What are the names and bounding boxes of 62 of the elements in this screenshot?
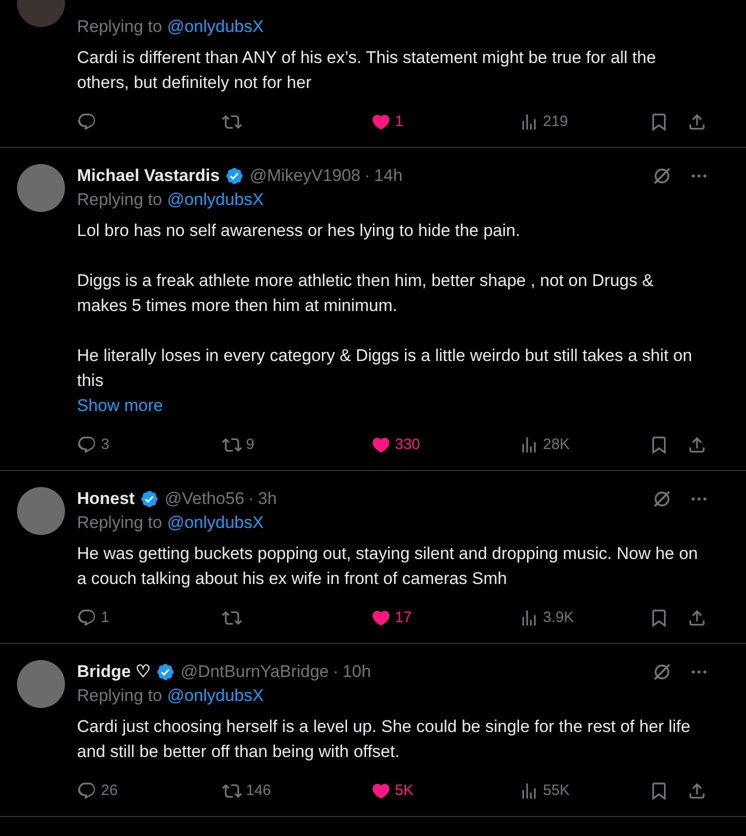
separator-dot: · (332, 661, 339, 684)
author-handle[interactable]: @MikeyV1908 (250, 163, 360, 189)
share-icon[interactable] (687, 435, 707, 455)
action-count: 1 (101, 608, 110, 628)
action-count: 26 (101, 780, 118, 801)
post-time[interactable]: 3h (258, 486, 277, 512)
post-text: Cardi just choosing herself is a level up. She could be single for the rest of her life and still be better off than being with offset. (77, 716, 692, 763)
action-count: 219 (543, 112, 568, 132)
action-count: 28K (543, 434, 570, 455)
avatar-placeholder[interactable] (17, 487, 65, 535)
action-count: 3.9K (543, 608, 574, 628)
replying-label: Replying to (77, 512, 162, 534)
post-time[interactable]: 10h (342, 659, 371, 685)
action-count: 55K (543, 780, 570, 801)
reply-icon[interactable] (77, 781, 97, 801)
repost-icon[interactable] (222, 112, 242, 132)
post-text: Diggs is a freak athlete more athletic then him, better shape , not on Drugs & makes 5 times more then him at minimum. (77, 270, 654, 317)
author-name[interactable]: Michael Vastardis (77, 163, 220, 189)
post-text: He was getting buckets popping out, staying silent and dropping music. Now he on a couch talking about his ex wife in front of cameras Smh (77, 543, 699, 590)
share-icon[interactable] (687, 781, 707, 801)
slashed-circle-icon[interactable] (651, 488, 673, 510)
post-text: He literally loses in every category & Diggs is a little weirdo but still takes a shit on this (77, 345, 694, 392)
mention-link[interactable]: @onlydubsX (167, 511, 264, 535)
slashed-circle-icon[interactable] (651, 165, 673, 187)
heart-icon[interactable] (371, 608, 391, 628)
separator-dot: · (248, 488, 254, 510)
heart-icon[interactable] (371, 435, 391, 455)
mention-link[interactable]: @onlydubsX (167, 188, 264, 212)
author-handle[interactable]: @DntBurnYaBridge (180, 659, 329, 685)
replying-label: Replying to (77, 189, 162, 211)
avatar-placeholder[interactable] (17, 660, 65, 708)
mention-link[interactable]: @onlydubsX (167, 15, 264, 39)
replying-label: Replying to (77, 16, 162, 38)
share-icon[interactable] (687, 112, 707, 132)
share-icon[interactable] (687, 608, 707, 628)
repost-icon[interactable] (222, 608, 242, 628)
author-name[interactable]: Honest (77, 486, 135, 512)
repost-icon[interactable] (222, 781, 242, 801)
reply-icon[interactable] (77, 435, 97, 455)
separator-dot: · (364, 165, 370, 188)
action-count: 17 (395, 608, 412, 628)
action-count: 1 (395, 112, 404, 132)
post-text: Lol bro has no self awareness or hes lying to hide the pain. (77, 220, 522, 242)
action-count: 330 (395, 434, 420, 455)
action-count: 146 (246, 780, 272, 801)
action-count: 5K (395, 780, 414, 801)
heart-icon[interactable] (371, 781, 391, 801)
author-name[interactable]: Bridge ♡ (77, 659, 151, 685)
show-more-link[interactable]: Show more (77, 393, 713, 418)
action-count: 9 (246, 434, 254, 455)
repost-icon[interactable] (222, 435, 242, 455)
mention-link[interactable]: @onlydubsX (167, 684, 264, 708)
reply-icon[interactable] (77, 608, 97, 628)
reply-icon[interactable] (77, 112, 97, 132)
replying-label: Replying to (77, 685, 162, 707)
action-count: 3 (101, 434, 110, 455)
heart-icon[interactable] (371, 112, 391, 132)
post-time[interactable]: 14h (374, 163, 403, 189)
slashed-circle-icon[interactable] (651, 661, 673, 683)
post-text: Cardi is different than ANY of his ex’s. This statement might be true for all the others, but definitely not for her (77, 47, 657, 94)
avatar-placeholder[interactable] (17, 164, 65, 212)
author-handle[interactable]: @Vetho56 (164, 486, 244, 512)
